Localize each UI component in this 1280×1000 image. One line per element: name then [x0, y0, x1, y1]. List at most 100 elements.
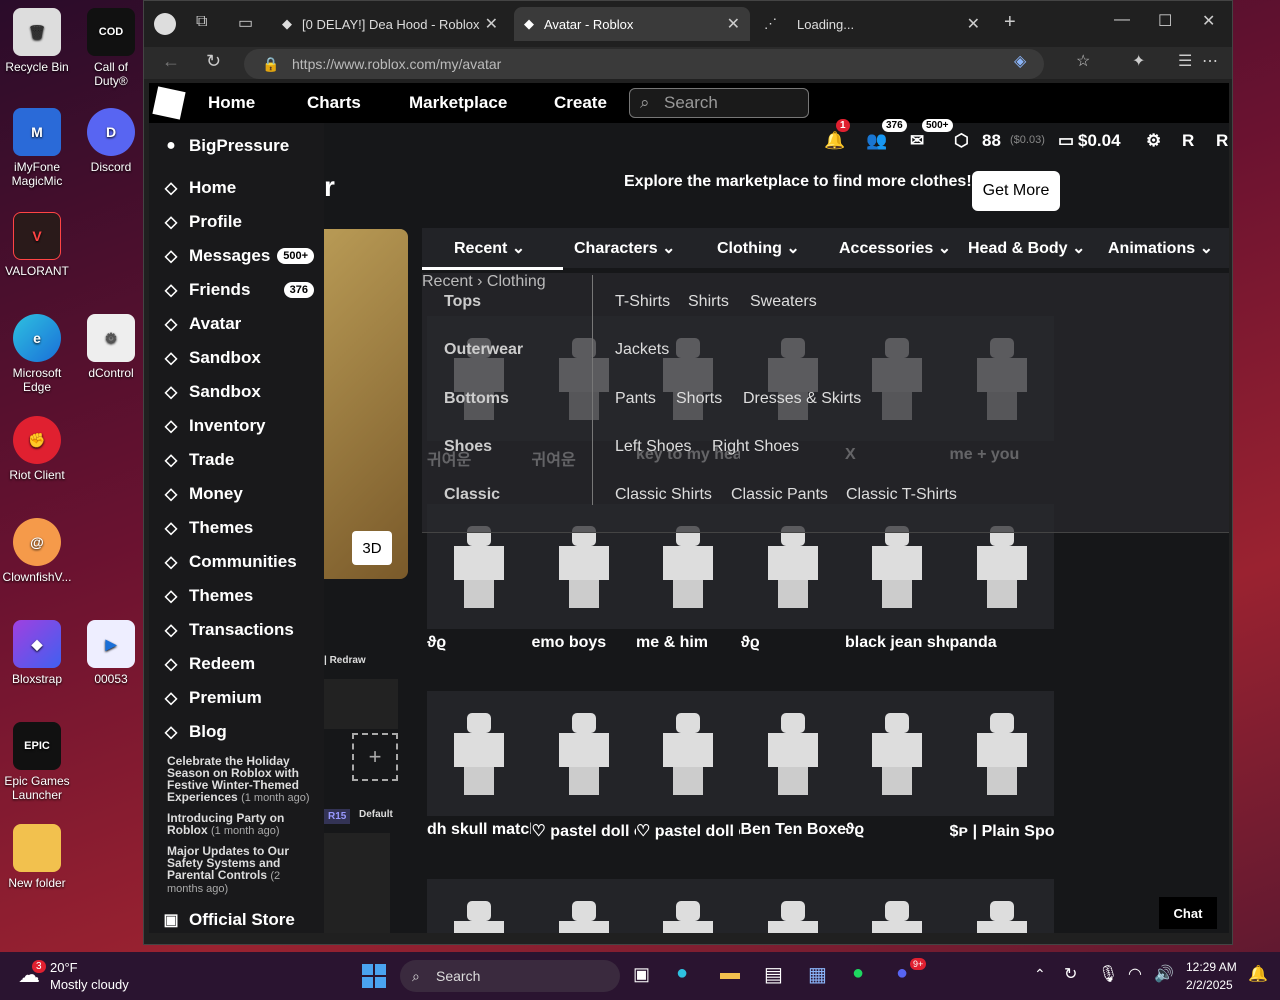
sidebar-username[interactable]: ● BigPressure [159, 129, 314, 163]
dropdown-item[interactable]: Left Shoes [615, 438, 692, 456]
item-card[interactable] [740, 691, 845, 816]
sidebar-item-themes[interactable]: ◇ Themes [159, 579, 314, 613]
nav-create[interactable]: Create [554, 93, 607, 113]
sidebar-item-sandbox[interactable]: ◇ Sandbox [159, 375, 314, 409]
imyfone-shortcut[interactable]: MiMyFone MagicMic [2, 108, 72, 188]
item-card[interactable] [949, 691, 1054, 816]
nav-charts[interactable]: Charts [307, 93, 361, 113]
nav-marketplace[interactable]: Marketplace [409, 93, 507, 113]
close-icon[interactable]: ✕ [727, 14, 740, 34]
default-toggle[interactable]: Default [359, 809, 393, 820]
clock-date[interactable]: 2/2/2025 [1186, 978, 1233, 992]
sidebar-item-communities[interactable]: ◇ Communities [159, 545, 314, 579]
tab-actions-icon[interactable]: ▭ [238, 13, 253, 33]
dcontrol-shortcut[interactable]: ⚙ dControl [76, 314, 146, 380]
close-icon[interactable]: ✕ [485, 14, 498, 34]
close-window-button[interactable]: ✕ [1202, 11, 1215, 31]
clock-time[interactable]: 12:29 AM [1186, 960, 1237, 974]
tab-avatar[interactable]: ◆ Avatar - Roblox ✕ [514, 7, 750, 41]
back-icon[interactable]: ← [162, 51, 180, 72]
sync-icon[interactable]: ↻ [1064, 964, 1077, 984]
item-name[interactable]: ϑϱ [427, 634, 531, 652]
sidebar-item-redeem[interactable]: ◇ Redeem [159, 647, 314, 681]
search-input[interactable]: ⌕ Search [629, 88, 809, 118]
tag-icon[interactable]: ◈ [1014, 51, 1026, 71]
dropdown-item[interactable]: Shirts [688, 293, 729, 311]
minimize-button[interactable]: — [1114, 11, 1130, 29]
item-name[interactable]: dh skull matching... [427, 821, 531, 839]
dropdown-group-shoes[interactable]: Shoes [444, 438, 492, 456]
monitor-taskbar-icon[interactable]: ▦ [808, 962, 827, 987]
tab-accessories[interactable]: Accessories ⌄ [839, 238, 951, 258]
discord-taskbar-icon[interactable]: ● [896, 962, 908, 985]
extension-r-icon[interactable]: R [1182, 131, 1194, 151]
discord-shortcut[interactable]: D Discord [76, 108, 146, 174]
sidebar-official-store[interactable]: ▣ Official Store [159, 903, 314, 933]
dropdown-item[interactable]: Sweaters [750, 293, 817, 311]
wifi-icon[interactable]: ◠ [1128, 964, 1142, 984]
item-card[interactable] [845, 879, 950, 933]
wallet-icon[interactable]: ▭ [1058, 131, 1074, 151]
tab-recent[interactable]: Recent ⌄ [421, 238, 564, 270]
microphone-icon[interactable]: 🎙 [1098, 964, 1118, 984]
item-card[interactable] [427, 691, 532, 816]
friends-icon[interactable]: 👥 [866, 131, 887, 151]
dropdown-group-bottoms[interactable]: Bottoms [444, 390, 509, 408]
dropdown-group-classic[interactable]: Classic [444, 486, 500, 504]
bell-icon[interactable]: 🔔 [824, 131, 845, 151]
sidebar-item-avatar[interactable]: ◇ Avatar [159, 307, 314, 341]
bloxstrap-shortcut[interactable]: ◆ Bloxstrap [2, 620, 72, 686]
more-icon[interactable]: ⋯ [1202, 51, 1218, 71]
item-card[interactable] [949, 879, 1054, 933]
get-more-button[interactable]: Get More [972, 171, 1060, 211]
dropdown-item[interactable]: Shorts [676, 390, 722, 408]
edge-taskbar-icon[interactable]: ● [676, 962, 688, 985]
item-name[interactable]: panda [950, 634, 1054, 652]
video-file-shortcut[interactable]: ▶ 00053 [76, 620, 146, 686]
sidebar-item-inventory[interactable]: ◇ Inventory [159, 409, 314, 443]
epic-games-shortcut[interactable]: EPIC Epic Games Launcher [2, 722, 72, 802]
item-name[interactable]: black jean shorts [845, 634, 949, 652]
spotify-taskbar-icon[interactable]: ● [852, 962, 864, 985]
redraw-link[interactable]: | Redraw [324, 655, 366, 666]
item-name[interactable]: ϑϱ [741, 634, 845, 652]
item-name[interactable]: ♡ pastel doll overalls 💤 [532, 821, 636, 841]
item-card[interactable] [427, 879, 532, 933]
taskbar-search[interactable]: ⌕ Search [400, 960, 620, 992]
chat-button[interactable]: Chat [1159, 897, 1217, 929]
robux-icon[interactable]: ⬡ [954, 131, 969, 151]
sidebar-item-home[interactable]: ◇ Home [159, 171, 314, 205]
sidebar-item-money[interactable]: ◇ Money [159, 477, 314, 511]
refresh-icon[interactable]: ↻ [206, 51, 221, 72]
item-name[interactable]: Ben Ten Boxers Brief [741, 821, 845, 839]
dropdown-item[interactable]: Jackets [615, 341, 669, 359]
extension-r-icon[interactable]: R [1216, 131, 1228, 151]
profile-icon[interactable] [154, 13, 176, 35]
dropdown-group-outerwear[interactable]: Outerwear [444, 341, 523, 359]
clownfish-shortcut[interactable]: @ ClownfishV... [2, 518, 72, 584]
item-card[interactable] [531, 691, 636, 816]
sidebar-item-profile[interactable]: ◇ Profile [159, 205, 314, 239]
dropdown-item[interactable]: Classic T-Shirts [846, 486, 957, 504]
nav-home[interactable]: Home [208, 93, 255, 113]
roblox-logo-icon[interactable] [152, 86, 186, 120]
r15-toggle[interactable]: R15 [324, 809, 351, 824]
item-card[interactable] [636, 879, 741, 933]
item-card[interactable] [740, 879, 845, 933]
new-tab-button[interactable]: + [1004, 11, 1016, 34]
item-card[interactable] [531, 879, 636, 933]
maximize-button[interactable]: ☐ [1158, 11, 1172, 31]
sidebar-item-blog[interactable]: ◇ Blog [159, 715, 314, 749]
dropdown-group-tops[interactable]: Tops [444, 293, 481, 311]
dropdown-item[interactable]: Classic Shirts [615, 486, 712, 504]
app-taskbar-icon[interactable]: ▤ [764, 962, 783, 987]
blog-post[interactable]: Major Updates to Our Safety Systems and … [167, 845, 314, 895]
star-icon[interactable]: ☆ [1076, 51, 1090, 71]
notification-icon[interactable]: 🔔 [1248, 964, 1268, 984]
task-view-icon[interactable]: ▣ [633, 964, 650, 985]
sidebar-item-premium[interactable]: ◇ Premium [159, 681, 314, 715]
messages-icon[interactable]: ✉ [910, 131, 924, 151]
sidebar-item-messages[interactable]: ◇ Messages 500+ [159, 239, 314, 273]
tab-characters[interactable]: Characters ⌄ [574, 238, 675, 258]
item-name[interactable]: $ᴘ | Plain Spor [1/2] ˆϑ♡ɞ [950, 821, 1054, 841]
